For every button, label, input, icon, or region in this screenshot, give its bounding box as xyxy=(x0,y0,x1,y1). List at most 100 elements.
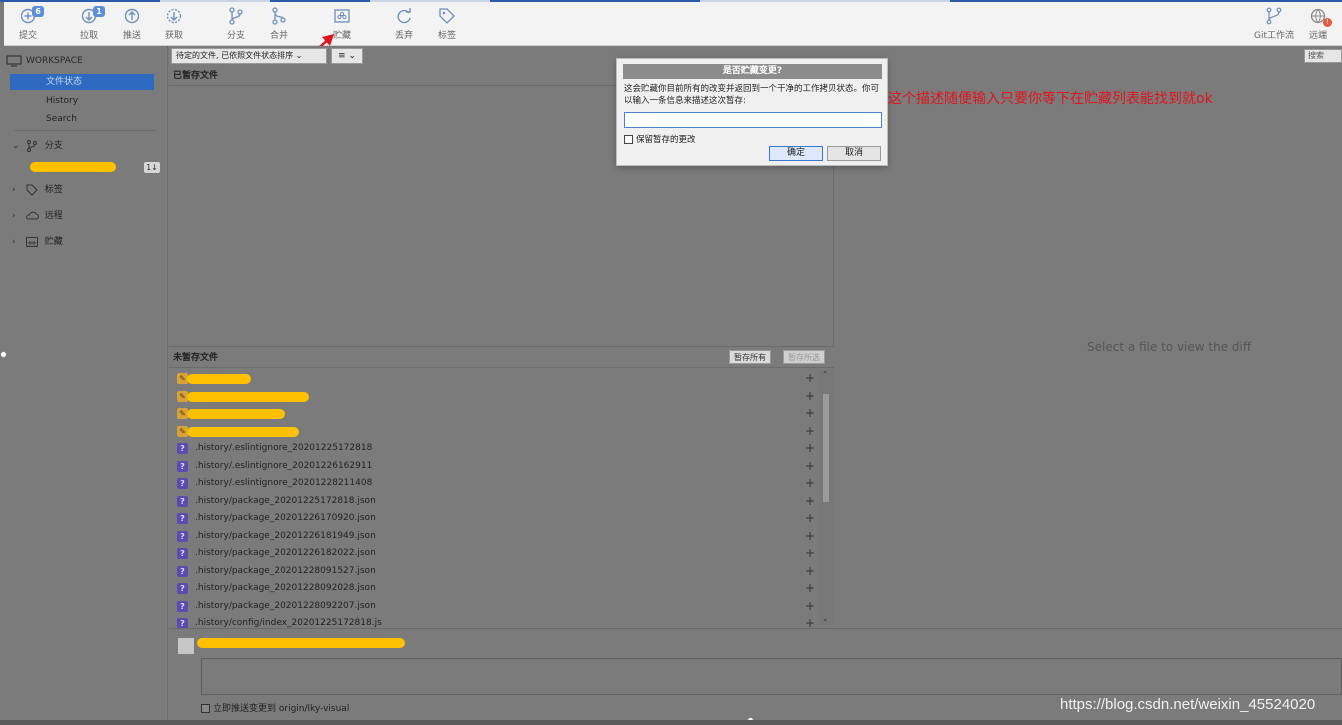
scroll-up-icon[interactable]: ⌃ xyxy=(822,370,829,379)
sidebar-group-tags[interactable]: › 标签 xyxy=(12,182,63,198)
file-row[interactable]: ? .history/package_20201228091527.json + xyxy=(169,563,817,580)
keep-staged-checkbox[interactable]: 保留暂存的更改 xyxy=(624,133,696,145)
remote-label: 远端 xyxy=(1308,31,1327,41)
stage-file-plus-icon[interactable]: + xyxy=(805,563,815,580)
scrollbar-thumb[interactable] xyxy=(823,394,829,502)
file-row[interactable]: ? .history/package_20201225172818.json + xyxy=(169,493,817,510)
redacted-file-name xyxy=(187,391,309,402)
file-name: .history/package_20201228092207.json xyxy=(195,600,376,611)
commit-button[interactable]: 6 提交 xyxy=(8,6,48,44)
sidebar-item-file-status[interactable]: 文件状态 xyxy=(10,74,154,90)
stage-file-plus-icon[interactable]: + xyxy=(805,423,815,440)
file-row[interactable]: ? .history/.eslintignore_20201226162911 + xyxy=(169,458,817,475)
redacted-branch-name[interactable] xyxy=(30,162,116,172)
stash-dialog: 是否贮藏变更? 这会贮藏你目前所有的改变并返回到一个干净的工作拷贝状态。你可以输… xyxy=(616,58,888,166)
file-filter-dropdown[interactable]: 待定的文件, 已依照文件状态排序 ⌄ xyxy=(171,48,327,64)
pull-button[interactable]: 1 拉取 xyxy=(69,6,109,44)
view-mode-value: ≡ xyxy=(338,51,346,61)
checkbox-box[interactable] xyxy=(624,135,633,144)
fetch-label: 获取 xyxy=(164,31,183,41)
sidebar-item-history[interactable]: History xyxy=(10,93,154,109)
watermark: https://blog.csdn.net/weixin_45524020 xyxy=(1060,696,1316,713)
redacted-file-name xyxy=(187,409,285,419)
untracked-file-icon: ? xyxy=(177,460,188,472)
checkbox-box[interactable] xyxy=(201,704,210,713)
file-row[interactable]: ✎ + xyxy=(169,388,817,405)
bottom-strip xyxy=(0,720,1342,725)
git-flow-icon xyxy=(1266,7,1282,25)
pane-splitter[interactable] xyxy=(169,346,834,347)
sidebar-group-remotes[interactable]: › 远程 xyxy=(12,208,63,224)
pull-label: 拉取 xyxy=(79,31,98,41)
untracked-file-icon: ? xyxy=(177,478,188,489)
stage-file-plus-icon[interactable]: + xyxy=(805,405,815,422)
git-flow-button[interactable]: Git工作流 xyxy=(1252,6,1296,44)
file-row[interactable]: ? .history/.eslintignore_20201228211408 + xyxy=(169,475,817,492)
file-list-scrollbar[interactable]: ⌃ ⌄ xyxy=(819,370,833,626)
branch-icon xyxy=(26,139,37,152)
file-name: .history/package_20201228092028.json xyxy=(195,583,376,593)
file-name: .history/package_20201226181949.json xyxy=(195,530,376,541)
tag-icon xyxy=(26,184,38,196)
stage-file-plus-icon[interactable]: + xyxy=(805,528,815,545)
file-name: .history/.eslintignore_20201226162911 xyxy=(195,460,373,471)
ok-button[interactable]: 确定 xyxy=(769,146,823,161)
untracked-file-icon: ? xyxy=(177,495,188,507)
file-name: .history/package_20201225172818.json xyxy=(195,495,376,506)
untracked-file-icon: ? xyxy=(177,600,188,612)
stash-message-input[interactable] xyxy=(624,112,882,128)
stage-file-plus-icon[interactable]: + xyxy=(805,510,815,527)
untracked-file-icon: ? xyxy=(177,513,188,524)
sidebar-group-branches[interactable]: ⌄ 分支 xyxy=(12,138,63,154)
diff-search-input[interactable]: 搜索 xyxy=(1304,49,1342,63)
stage-file-plus-icon[interactable]: + xyxy=(805,388,815,405)
file-row[interactable]: ? .history/package_20201228092207.json + xyxy=(169,598,817,615)
file-row[interactable]: ✎ + xyxy=(169,405,817,422)
file-name: .history/package_20201226170920.json xyxy=(195,513,376,523)
view-mode-dropdown[interactable]: ≡ ⌄ xyxy=(331,48,363,64)
stage-file-plus-icon[interactable]: + xyxy=(805,598,815,615)
push-immediately-checkbox[interactable]: 立即推送变更到 origin/lky-visual xyxy=(201,701,349,714)
sidebar-group-stashes[interactable]: › 贮藏 xyxy=(12,234,63,250)
remote-button[interactable]: ! 远端 xyxy=(1298,6,1338,44)
push-immediately-label: 立即推送变更到 origin/lky-visual xyxy=(213,704,350,714)
file-row[interactable]: ? .history/package_20201226181949.json + xyxy=(169,528,817,545)
file-row[interactable]: ? .history/package_20201226170920.json + xyxy=(169,510,817,527)
stage-selected-button[interactable]: 暂存所选 xyxy=(783,350,825,364)
stage-all-button[interactable]: 暂存所有 xyxy=(729,350,771,364)
tag-button[interactable]: 标签 xyxy=(427,6,467,44)
stage-file-plus-icon[interactable]: + xyxy=(805,458,815,475)
stage-file-plus-icon[interactable]: + xyxy=(805,475,815,492)
dialog-title: 是否贮藏变更? xyxy=(623,64,882,79)
remote-alert-icon: ! xyxy=(1323,18,1332,27)
stage-file-plus-icon[interactable]: + xyxy=(805,545,815,562)
untracked-file-icon: ? xyxy=(177,443,188,454)
file-row[interactable]: ? .history/.eslintignore_20201225172818 + xyxy=(169,440,817,457)
file-row[interactable]: ✎ + xyxy=(169,423,817,440)
stage-file-plus-icon[interactable]: + xyxy=(805,580,815,597)
sidebar-group-label: 标签 xyxy=(44,185,63,195)
branch-icon xyxy=(229,7,243,25)
commit-message-input[interactable] xyxy=(201,658,1342,695)
file-row[interactable]: ? .history/package_20201226182022.json + xyxy=(169,545,817,562)
push-button[interactable]: 推送 xyxy=(112,6,152,44)
branch-button[interactable]: 分支 xyxy=(216,6,256,44)
sidebar-item-search[interactable]: Search xyxy=(10,111,154,127)
file-name: .history/.eslintignore_20201225172818 xyxy=(195,443,373,453)
fetch-button[interactable]: 获取 xyxy=(154,6,194,44)
stash-icon xyxy=(25,236,38,247)
redacted-file-name xyxy=(187,374,251,384)
stage-file-plus-icon[interactable]: + xyxy=(805,370,815,387)
unstaged-files-pane: 未暂存文件 暂存所有 暂存所选 ✎ + ✎ + ✎ + ✎ +? .history/.eslin… xyxy=(169,348,834,630)
stage-file-plus-icon[interactable]: + xyxy=(805,440,815,457)
stage-file-plus-icon[interactable]: + xyxy=(805,493,815,510)
stash-icon xyxy=(334,9,350,23)
redacted-author xyxy=(197,638,405,648)
discard-button[interactable]: 丢弃 xyxy=(384,6,424,44)
scroll-down-icon[interactable]: ⌄ xyxy=(822,614,829,623)
file-row[interactable]: ✎ + xyxy=(169,370,817,387)
merge-icon xyxy=(272,7,286,25)
cancel-button[interactable]: 取消 xyxy=(827,146,881,161)
chevron-right-icon: › xyxy=(12,185,16,195)
file-row[interactable]: ? .history/package_20201228092028.json + xyxy=(169,580,817,597)
